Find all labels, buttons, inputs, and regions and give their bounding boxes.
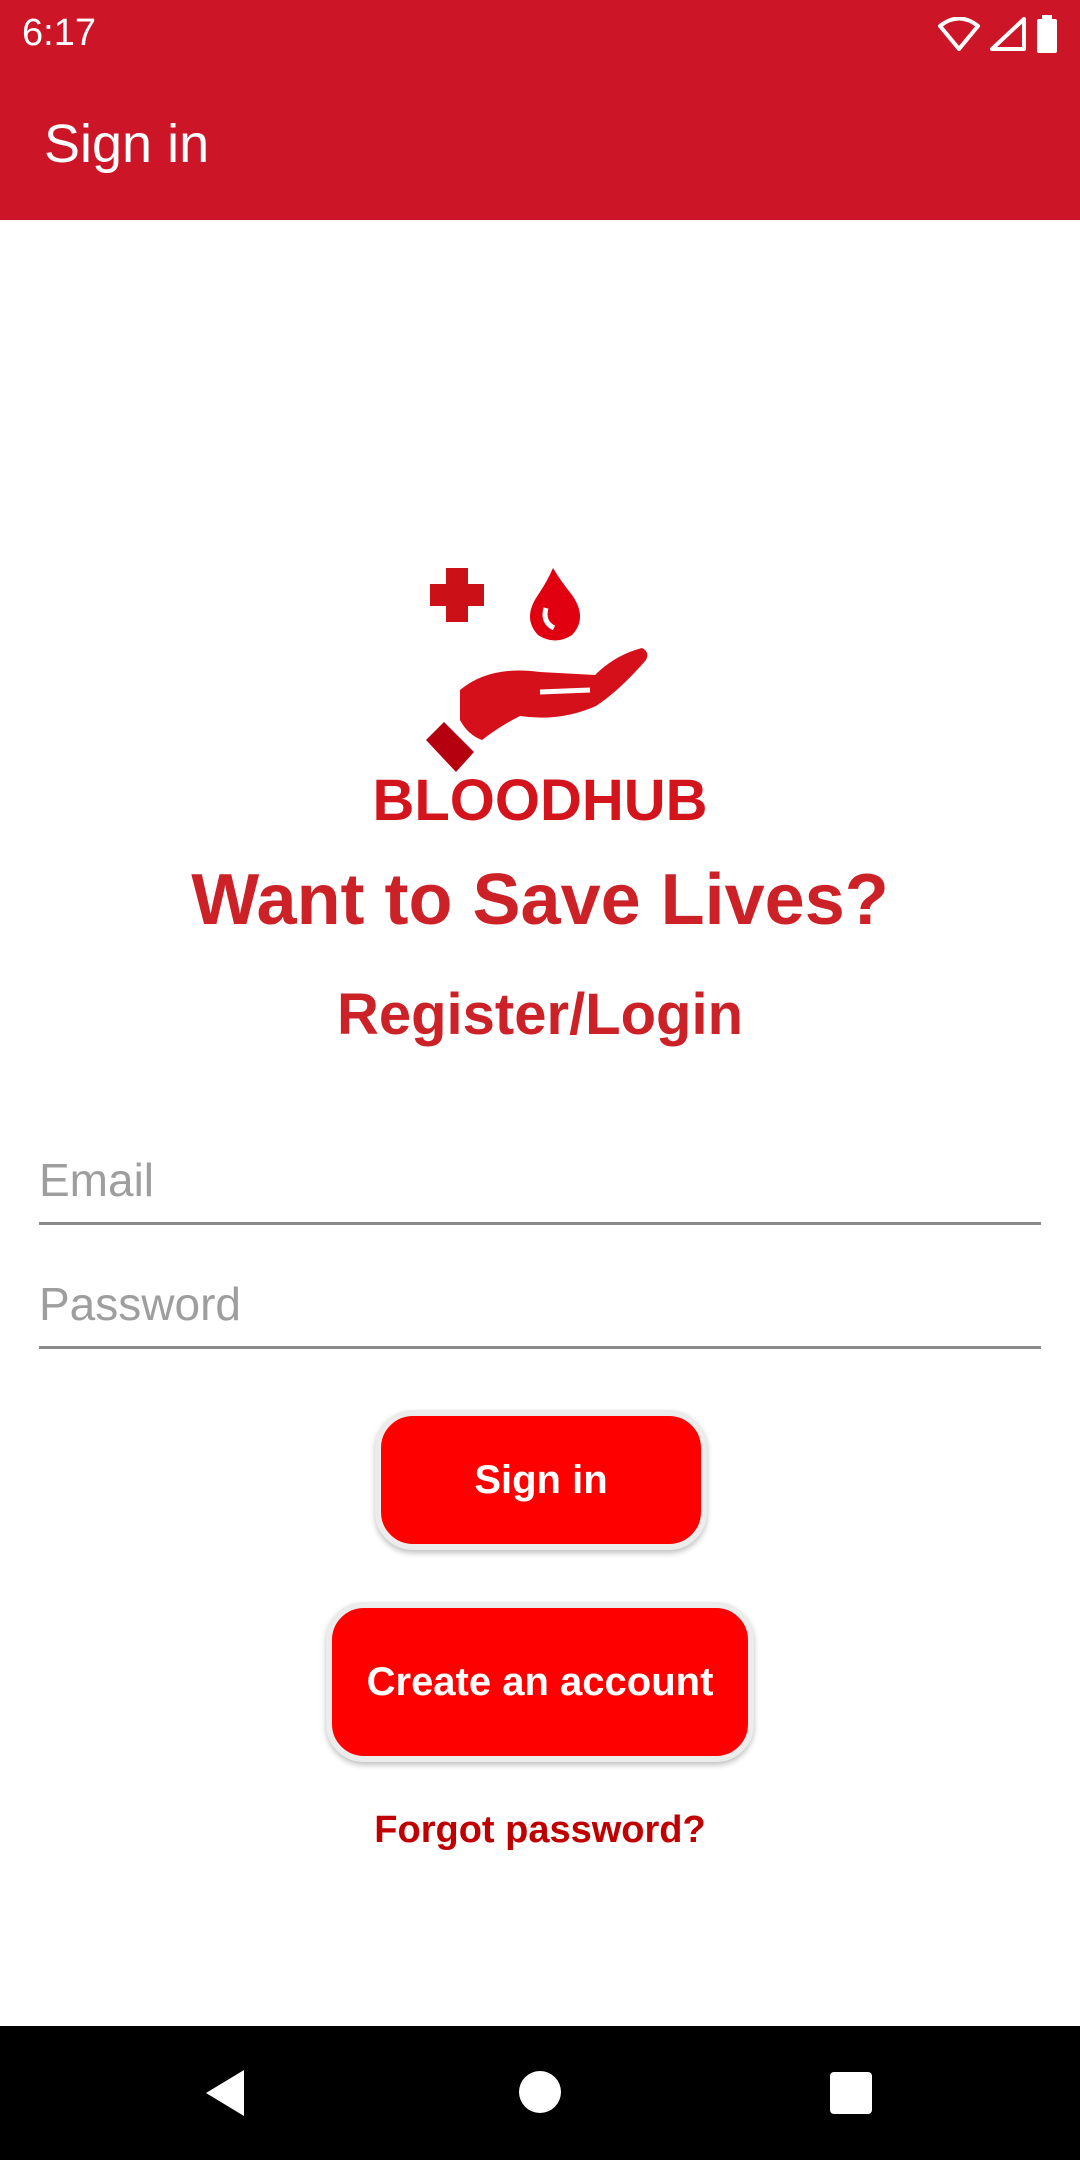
forgot-password-link[interactable]: Forgot password? [0,1805,1080,1855]
create-account-button[interactable]: Create an account [326,1602,754,1762]
page-title: Sign in [44,114,210,174]
status-time: 6:17 [22,12,96,54]
subheadline: Register/Login [336,982,744,1047]
sign-in-button[interactable]: Sign in [375,1410,707,1550]
app-bar: Sign in [0,66,1080,220]
headline: Want to Save Lives? [191,860,889,940]
back-icon[interactable] [204,2068,248,2118]
hand-icon [426,648,648,772]
recents-icon[interactable] [830,2072,872,2114]
email-field[interactable] [39,1138,1041,1225]
password-field[interactable] [39,1262,1041,1349]
battery-icon [1037,15,1057,53]
status-icons [938,14,1058,54]
blood-drop-icon [530,568,580,641]
plus-icon [430,568,484,622]
brand-name: BLOODHUB [372,768,707,830]
nav-bar [0,2026,1080,2160]
home-icon[interactable] [518,2070,562,2114]
signal-icon [990,17,1026,51]
status-bar: 6:17 [0,0,1080,66]
logo: BLOODHUB [350,390,730,833]
wifi-icon [938,17,980,51]
content: BLOODHUB Want to Save Lives? Register/Lo… [0,220,1080,2026]
